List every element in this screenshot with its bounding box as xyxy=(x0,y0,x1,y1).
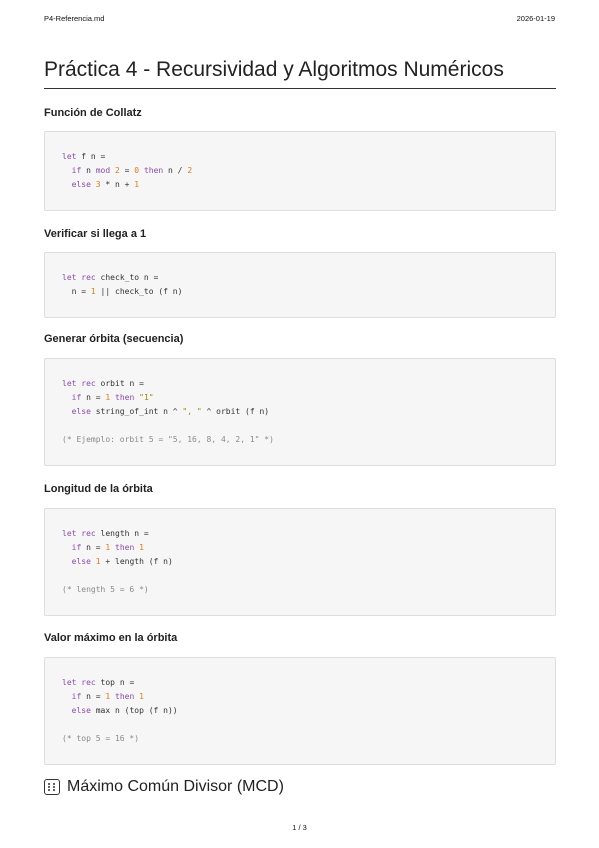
code-token: let xyxy=(62,152,77,161)
code-token: 2 xyxy=(187,166,193,175)
code-line: if n mod 2 = 0 then n / 2 xyxy=(62,164,555,178)
code-token: orbit n = xyxy=(95,379,144,388)
code-line: let rec top n = xyxy=(62,676,555,690)
code-token: (* top 5 = 16 *) xyxy=(62,734,140,743)
code-token: let xyxy=(62,379,77,388)
header-date: 2026-01-19 xyxy=(516,14,555,23)
code-token: if xyxy=(71,543,82,552)
code-token: then xyxy=(115,543,135,552)
section-heading-length: Longitud de la órbita xyxy=(44,483,153,495)
code-token: + length (f n) xyxy=(100,557,173,566)
code-token: = xyxy=(119,166,135,175)
code-token: else xyxy=(71,180,91,189)
code-token: length n = xyxy=(95,529,149,538)
code-block-max: let rec top n = if n = 1 then 1 else max… xyxy=(44,657,556,765)
code-token: mod xyxy=(95,166,111,175)
code-token: 1 xyxy=(134,180,140,189)
code-line: else 1 + length (f n) xyxy=(62,555,555,569)
code-token: n = xyxy=(81,543,106,552)
code-line: if n = 1 then 1 xyxy=(62,690,555,704)
code-token: n = xyxy=(81,692,106,701)
page-title: Práctica 4 - Recursividad y Algoritmos N… xyxy=(44,58,556,89)
code-line: else max n (top (f n)) xyxy=(62,704,555,718)
code-token: (* Ejemplo: orbit 5 = "5, 16, 8, 4, 2, 1… xyxy=(62,435,274,444)
code-token: string_of_int n ^ xyxy=(90,407,183,416)
code-token: top n = xyxy=(95,678,135,687)
section-heading-max: Valor máximo en la órbita xyxy=(44,632,178,644)
code-token: "1" xyxy=(139,393,154,402)
code-token: if xyxy=(71,166,82,175)
code-line: if n = 1 then 1 xyxy=(62,541,555,555)
code-token: then xyxy=(143,166,164,175)
header-filename: P4-Referencia.md xyxy=(44,14,105,23)
code-line: (* length 5 = 6 *) xyxy=(62,583,555,597)
dice-icon xyxy=(44,779,60,795)
section-heading-mcd: Máximo Común Divisor (MCD) xyxy=(44,778,284,796)
code-token: rec xyxy=(81,379,96,388)
code-token: then xyxy=(115,393,135,402)
code-token: max n (top (f n)) xyxy=(90,706,178,715)
code-token: 1 xyxy=(139,692,144,701)
code-token: f n = xyxy=(76,152,106,161)
code-token: else xyxy=(71,407,91,416)
code-token: else xyxy=(71,706,91,715)
code-token: n = xyxy=(81,393,106,402)
code-line: if n = 1 then "1" xyxy=(62,391,555,405)
code-token: n / xyxy=(163,166,188,175)
code-token: * n + xyxy=(100,180,135,189)
code-token: rec xyxy=(81,529,96,538)
code-line: let f n = xyxy=(62,150,555,164)
code-token: rec xyxy=(81,678,96,687)
code-token: if xyxy=(71,692,82,701)
code-line: else 3 * n + 1 xyxy=(62,178,555,192)
code-token: || check_to (f n) xyxy=(95,287,183,296)
code-line: let rec length n = xyxy=(62,527,555,541)
code-token: ", " xyxy=(182,407,202,416)
code-line: (* top 5 = 16 *) xyxy=(62,732,555,746)
code-line: let rec check_to n = xyxy=(62,271,555,285)
code-line: (* Ejemplo: orbit 5 = "5, 16, 8, 4, 2, 1… xyxy=(62,433,555,447)
code-line: else string_of_int n ^ ", " ^ orbit (f n… xyxy=(62,405,555,419)
code-block-length: let rec length n = if n = 1 then 1 else … xyxy=(44,508,556,616)
code-line: n = 1 || check_to (f n) xyxy=(62,285,555,299)
code-line: let rec orbit n = xyxy=(62,377,555,391)
code-token: 1 xyxy=(139,543,144,552)
section-heading-collatz: Función de Collatz xyxy=(44,107,142,119)
code-token: check_to n = xyxy=(95,273,159,282)
section-heading-orbit: Generar órbita (secuencia) xyxy=(44,333,184,345)
code-token: ^ orbit (f n) xyxy=(201,407,270,416)
code-token: let xyxy=(62,529,77,538)
code-token: n = xyxy=(62,287,91,296)
code-token: let xyxy=(62,273,77,282)
code-token: if xyxy=(71,393,82,402)
code-token: then xyxy=(115,692,135,701)
section-heading-mcd-text: Máximo Común Divisor (MCD) xyxy=(67,778,284,795)
page-number: 1 / 3 xyxy=(292,823,307,832)
code-block-orbit: let rec orbit n = if n = 1 then "1" else… xyxy=(44,358,556,466)
code-token: let xyxy=(62,678,77,687)
code-block-collatz: let f n = if n mod 2 = 0 then n / 2 else… xyxy=(44,131,556,211)
code-token: n xyxy=(81,166,96,175)
section-heading-check: Verificar si llega a 1 xyxy=(44,228,147,240)
code-block-check: let rec check_to n = n = 1 || check_to (… xyxy=(44,252,556,318)
code-token: rec xyxy=(81,273,96,282)
code-token: (* length 5 = 6 *) xyxy=(62,585,149,594)
code-token: else xyxy=(71,557,91,566)
